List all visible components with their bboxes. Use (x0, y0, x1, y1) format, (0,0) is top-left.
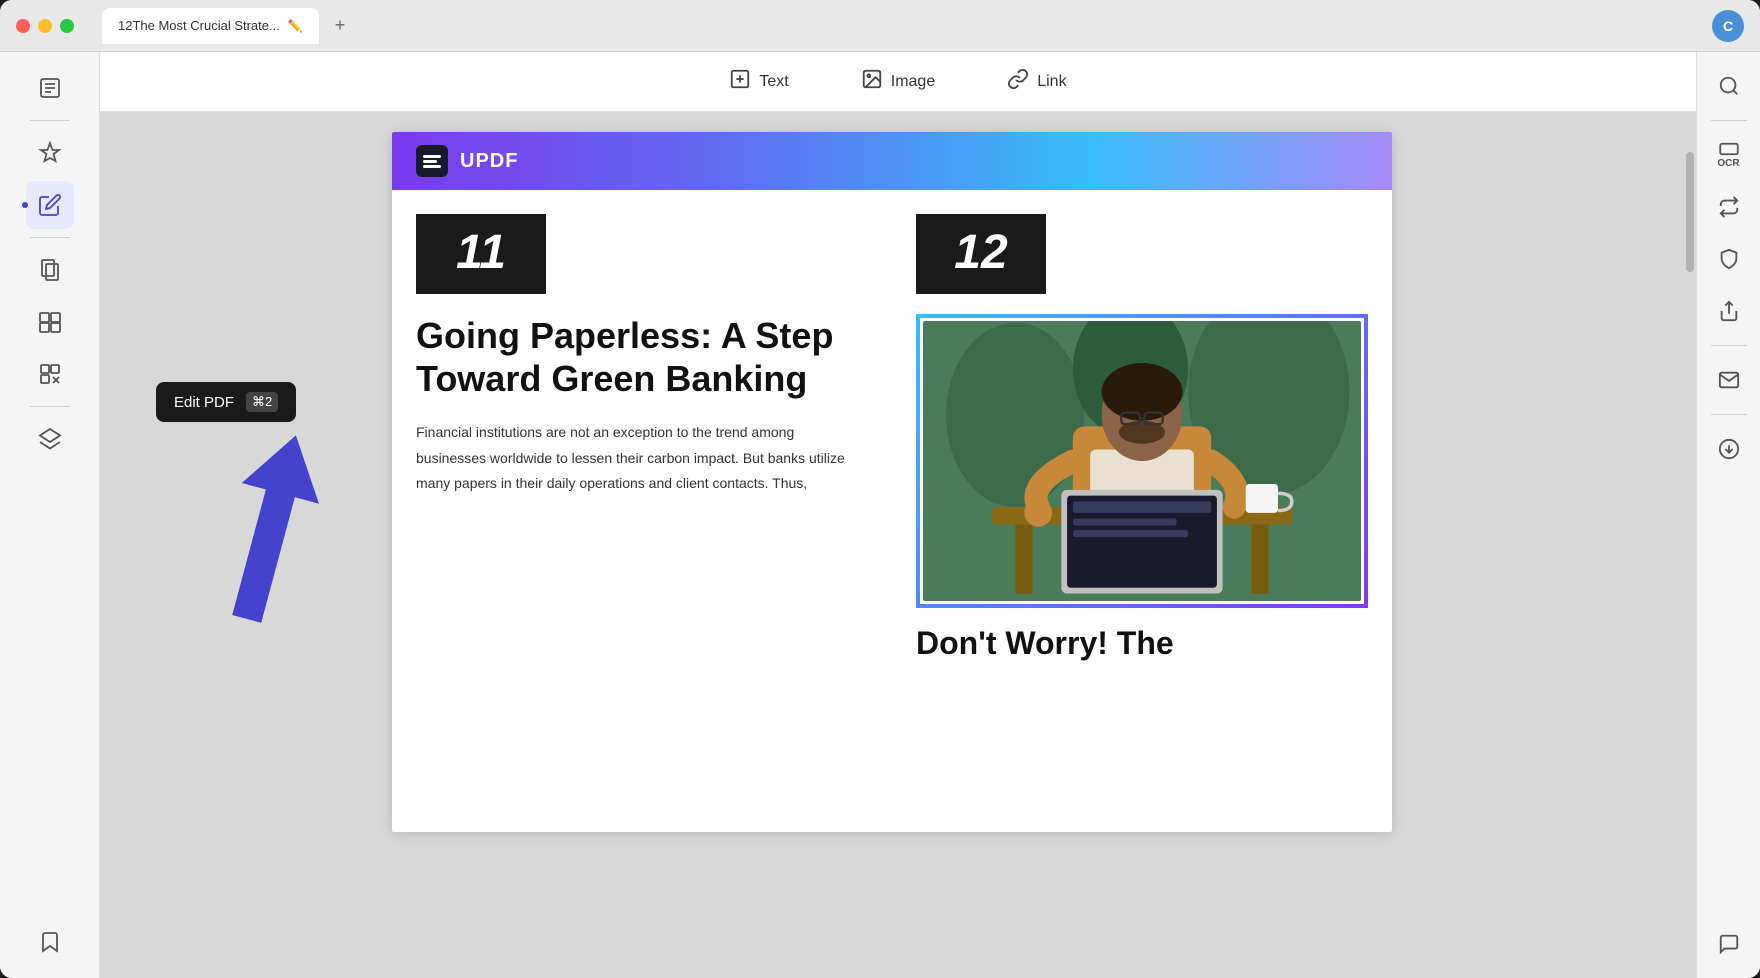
traffic-lights (16, 19, 74, 33)
right-convert-icon[interactable] (1707, 185, 1751, 229)
sidebar-item-reader[interactable] (26, 64, 74, 112)
right-divider-2 (1711, 345, 1747, 346)
pdf-canvas: UPDF 11 Going Paperless: A Step Toward G… (100, 112, 1684, 978)
content-area: Edit PDF ⌘2 (100, 112, 1696, 978)
wave-3 (423, 165, 441, 168)
app-body: Text Image (0, 52, 1760, 978)
active-indicator (22, 202, 28, 208)
wave-2 (423, 160, 437, 163)
toolbar-image[interactable]: Image (849, 60, 947, 103)
image-tool-icon (861, 68, 883, 95)
sidebar-item-layers[interactable] (26, 415, 74, 463)
section-12-subtitle: Don't Worry! The (916, 624, 1368, 662)
scroll-container: UPDF 11 Going Paperless: A Step Toward G… (100, 112, 1696, 978)
sidebar-item-highlight[interactable] (26, 129, 74, 177)
new-tab-button[interactable]: + (327, 11, 354, 40)
right-chat-icon[interactable] (1707, 922, 1751, 966)
right-ocr-icon[interactable]: OCR (1707, 133, 1751, 177)
right-protect-icon[interactable] (1707, 237, 1751, 281)
pdf-right-column: 12 (892, 214, 1368, 662)
titlebar: 12The Most Crucial Strate... ✏️ + C (0, 0, 1760, 52)
section-12-image-container (916, 314, 1368, 608)
tooltip-label: Edit PDF (174, 394, 234, 411)
section-11-number: 11 (416, 214, 546, 294)
right-share-icon[interactable] (1707, 289, 1751, 333)
app-window: 12The Most Crucial Strate... ✏️ + C (0, 0, 1760, 978)
text-tool-icon (729, 68, 751, 95)
image-tool-label: Image (891, 73, 935, 91)
ocr-label: OCR (1717, 158, 1739, 169)
wave-1 (423, 155, 441, 158)
updf-header: UPDF (392, 132, 1392, 190)
right-divider-1 (1711, 120, 1747, 121)
pdf-content: 11 Going Paperless: A Step Toward Green … (392, 190, 1392, 686)
right-email-icon[interactable] (1707, 358, 1751, 402)
sidebar-item-bookmark[interactable] (26, 918, 74, 966)
image-border (916, 314, 1368, 608)
minimize-button[interactable] (38, 19, 52, 33)
top-toolbar: Text Image (100, 52, 1696, 112)
right-search-icon[interactable] (1707, 64, 1751, 108)
user-avatar[interactable]: C (1712, 10, 1744, 42)
main-area: Text Image (100, 52, 1696, 978)
sidebar-divider-1 (30, 120, 70, 121)
scrollbar-thumb[interactable] (1686, 152, 1694, 272)
edit-pdf-tooltip: Edit PDF ⌘2 (156, 382, 296, 422)
close-button[interactable] (16, 19, 30, 33)
sidebar-item-edit-pdf[interactable] (26, 181, 74, 229)
pdf-left-column: 11 Going Paperless: A Step Toward Green … (416, 214, 892, 662)
right-divider-3 (1711, 414, 1747, 415)
toolbar-text[interactable]: Text (717, 60, 800, 103)
tab-edit-icon: ✏️ (288, 19, 303, 33)
link-tool-label: Link (1037, 73, 1066, 91)
pdf-page: UPDF 11 Going Paperless: A Step Toward G… (392, 132, 1392, 832)
updf-waves (423, 155, 441, 168)
updf-brand-text: UPDF (460, 150, 518, 173)
sidebar-item-organize[interactable] (26, 298, 74, 346)
right-sidebar: OCR (1696, 52, 1760, 978)
left-sidebar (0, 52, 100, 978)
section-12-number: 12 (916, 214, 1046, 294)
sidebar-item-compress[interactable] (26, 350, 74, 398)
link-tool-icon (1007, 68, 1029, 95)
text-tool-label: Text (759, 73, 788, 91)
sidebar-divider-3 (30, 406, 70, 407)
tab-area: 12The Most Crucial Strate... ✏️ + (102, 8, 1700, 44)
maximize-button[interactable] (60, 19, 74, 33)
sidebar-item-pages[interactable] (26, 246, 74, 294)
updf-logo (416, 145, 448, 177)
active-tab[interactable]: 12The Most Crucial Strate... ✏️ (102, 8, 319, 44)
right-save-icon[interactable] (1707, 427, 1751, 471)
sidebar-divider-2 (30, 237, 70, 238)
person-laptop-svg (923, 321, 1361, 601)
section-11-title: Going Paperless: A Step Toward Green Ban… (416, 314, 868, 400)
section-12-image (923, 321, 1361, 601)
toolbar-link[interactable]: Link (995, 60, 1078, 103)
scrollbar-track[interactable] (1684, 112, 1696, 978)
tab-label: 12The Most Crucial Strate... (118, 18, 280, 33)
section-11-body: Financial institutions are not an except… (416, 420, 868, 496)
tooltip-shortcut: ⌘2 (246, 392, 278, 412)
